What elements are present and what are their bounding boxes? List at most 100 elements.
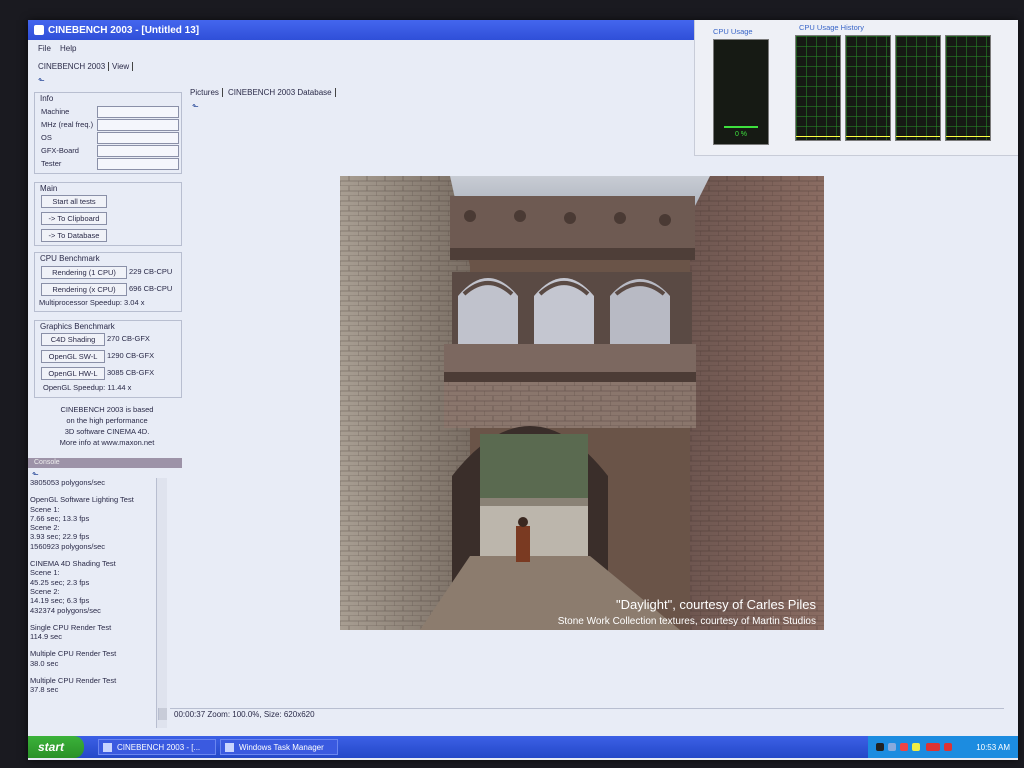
start-all-tests-button[interactable]: Start all tests <box>41 195 107 208</box>
rendering-xcpu-button[interactable]: Rendering (x CPU) <box>41 283 127 296</box>
system-tray: 10:53 AM <box>868 736 1018 758</box>
console-gap <box>30 487 166 495</box>
tray-security-icon[interactable] <box>900 743 908 751</box>
scroll-down-icon[interactable] <box>158 708 167 720</box>
label-mhz: MHz (real freq.) <box>41 120 94 129</box>
console-line: 7.66 sec; 13.3 fps <box>30 513 90 523</box>
tray-monitor-icon[interactable] <box>876 743 884 751</box>
task-manager-window[interactable]: CPU Usage CPU Usage History 0 % <box>694 20 1018 156</box>
taskbar-cinebench-label: CINEBENCH 2003 - [... <box>117 743 201 752</box>
console-header[interactable]: Console <box>28 458 182 468</box>
console-gap <box>30 551 166 559</box>
console-line: OpenGL Software Lighting Test <box>30 495 134 505</box>
cpu-benchmark-group: CPU Benchmark Rendering (1 CPU) 229 CB-C… <box>34 252 182 312</box>
about-line: on the high performance <box>66 416 148 425</box>
console-gap <box>30 641 166 649</box>
taskbar-taskmanager-button[interactable]: Windows Task Manager <box>220 739 338 755</box>
render-image <box>340 176 824 630</box>
console-line: Multiple CPU Render Test <box>30 649 117 659</box>
app-icon <box>34 25 44 35</box>
console-line: 114.9 sec <box>30 632 62 642</box>
tab-cinebench[interactable]: CINEBENCH 2003 <box>38 62 110 71</box>
multiprocessor-speedup: Multiprocessor Speedup: 3.04 x <box>39 298 145 307</box>
machine-field[interactable] <box>97 106 179 118</box>
tab-database[interactable]: CINEBENCH 2003 Database <box>228 88 336 97</box>
opengl-speedup: OpenGL Speedup: 11.44 x <box>43 383 132 392</box>
cpu-history-graph <box>845 35 891 141</box>
label-tester: Tester <box>41 159 62 168</box>
c4d-shading-button[interactable]: C4D Shading <box>41 333 105 346</box>
console-scrollbar[interactable] <box>156 478 167 728</box>
window-title: CINEBENCH 2003 - [Untitled 13] <box>48 25 200 36</box>
console-gap <box>30 668 166 676</box>
rendering-1cpu-score: 229 CB-CPU <box>129 267 173 276</box>
console-line: 1560923 polygons/sec <box>30 541 106 551</box>
tab-view[interactable]: View <box>112 62 134 71</box>
info-title: Info <box>40 94 54 103</box>
about-line: More info at www.maxon.net <box>59 438 155 447</box>
console-gap <box>30 615 166 623</box>
console-line: Scene 2: <box>30 586 60 596</box>
menu-file[interactable]: File <box>38 44 51 53</box>
graphics-benchmark-group: Graphics Benchmark C4D Shading 270 CB-GF… <box>34 320 182 398</box>
tray-alert-icon[interactable] <box>944 743 952 751</box>
c4d-shading-score: 270 CB-GFX <box>107 334 150 343</box>
console-line: 14.19 sec; 6.3 fps <box>30 596 90 606</box>
console-line: Single CPU Render Test <box>30 622 112 632</box>
cpu-history-label: CPU Usage History <box>799 23 865 32</box>
gfx-field[interactable] <box>97 145 179 157</box>
tray-info-icon[interactable] <box>912 743 920 751</box>
taskmanager-app-icon <box>225 743 234 752</box>
console-line: Scene 1: <box>30 568 60 578</box>
opengl-swl-button[interactable]: OpenGL SW-L <box>41 350 105 363</box>
rendering-1cpu-button[interactable]: Rendering (1 CPU) <box>41 266 127 279</box>
cpu-usage-label: CPU Usage <box>713 27 753 36</box>
label-gfx: GFX-Board <box>41 146 79 155</box>
label-machine: Machine <box>41 107 70 116</box>
cinebench-app-icon <box>103 743 112 752</box>
to-clipboard-button[interactable]: -> To Clipboard <box>41 212 107 225</box>
about-line: 3D software CINEMA 4D. <box>64 427 150 436</box>
clock: 10:53 AM <box>976 743 1010 752</box>
rendering-xcpu-score: 696 CB-CPU <box>129 284 173 293</box>
console-line: CINEMA 4D Shading Test <box>30 559 116 569</box>
console-line: Scene 2: <box>30 523 60 533</box>
view-pin-icon[interactable]: ⬑ <box>192 102 199 111</box>
opengl-hwl-button[interactable]: OpenGL HW-L <box>41 367 105 380</box>
os-field[interactable] <box>97 132 179 144</box>
cpu-benchmark-title: CPU Benchmark <box>40 254 100 263</box>
console-line: 432374 polygons/sec <box>30 605 101 615</box>
pin-icon[interactable]: ⬑ <box>38 76 45 85</box>
cpu-history-graph <box>895 35 941 141</box>
tab-pictures[interactable]: Pictures <box>190 88 223 97</box>
taskbar-cinebench-button[interactable]: CINEBENCH 2003 - [... <box>98 739 216 755</box>
cpu-usage-bar <box>724 126 758 128</box>
cpu-usage-meter: 0 % <box>713 39 769 145</box>
cpu-history-graph <box>795 35 841 141</box>
tray-ati-icon[interactable] <box>926 743 940 751</box>
taskbar-taskmanager-label: Windows Task Manager <box>239 743 324 752</box>
graphics-benchmark-title: Graphics Benchmark <box>40 322 115 331</box>
screen: CINEBENCH 2003 - [Untitled 13] File Help… <box>28 20 1018 760</box>
render-credit: Stone Work Collection textures, courtesy… <box>557 616 816 627</box>
console-line: Scene 1: <box>30 504 60 514</box>
label-os: OS <box>41 133 52 142</box>
console-line: Multiple CPU Render Test <box>30 676 117 686</box>
to-database-button[interactable]: -> To Database <box>41 229 107 242</box>
console-line: 37.8 sec <box>30 685 59 695</box>
start-button[interactable]: start <box>28 736 84 758</box>
console-line: 38.0 sec <box>30 658 59 668</box>
opengl-swl-score: 1290 CB-GFX <box>107 351 155 360</box>
about-text: CINEBENCH 2003 is based on the high perf… <box>34 404 180 448</box>
console-line: 3805053 polygons/sec <box>30 478 106 487</box>
render-caption: "Daylight", courtesy of Carles Piles <box>616 597 816 612</box>
render-picture: "Daylight", courtesy of Carles Piles Sto… <box>340 176 824 630</box>
console-line: 45.25 sec; 2.3 fps <box>30 577 90 587</box>
main-title: Main <box>40 184 58 193</box>
mhz-field[interactable] <box>97 119 179 131</box>
taskbar: start CINEBENCH 2003 - [... Windows Task… <box>28 736 1018 758</box>
tester-field[interactable] <box>97 158 179 170</box>
menu-help[interactable]: Help <box>60 44 76 53</box>
tray-network-icon[interactable] <box>888 743 896 751</box>
console-output[interactable]: 3805053 polygons/sec OpenGL Software Lig… <box>28 478 166 728</box>
